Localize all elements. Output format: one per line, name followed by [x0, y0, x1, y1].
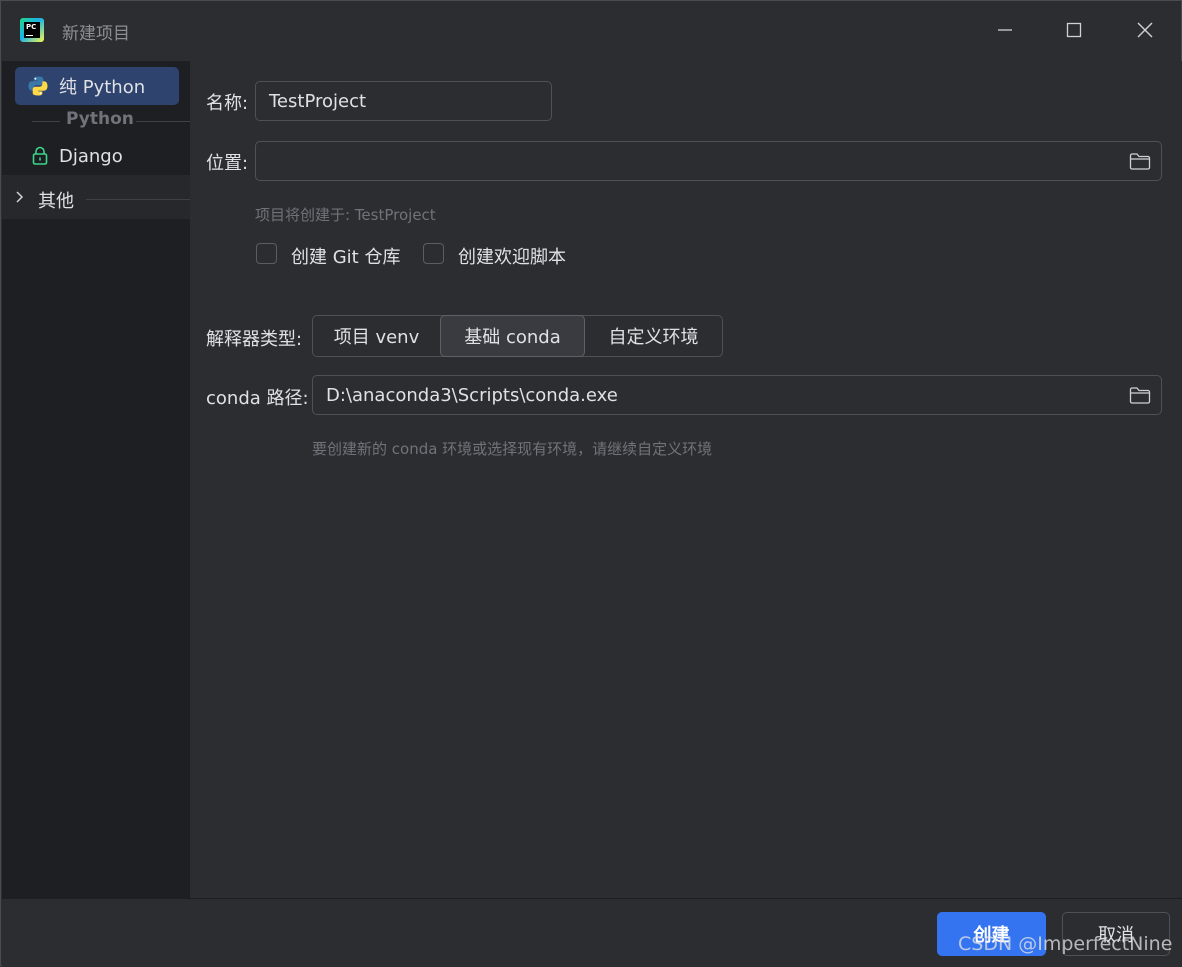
sidebar-item-pure-python[interactable]: 纯 Python [15, 67, 179, 105]
maximize-button[interactable] [1057, 15, 1091, 45]
conda-path-label: conda 路径: [206, 388, 309, 409]
lock-icon [29, 145, 51, 167]
welcome-script-checkbox-label[interactable]: 创建欢迎脚本 [458, 243, 566, 269]
close-button[interactable] [1128, 15, 1162, 45]
name-label: 名称: [206, 93, 249, 114]
interpreter-option-venv[interactable]: 项目 venv [313, 316, 440, 356]
name-field[interactable]: TestProject [255, 81, 552, 121]
sidebar-item-label: 其他 [38, 191, 74, 212]
new-project-dialog: PC 新建项目 纯 Python Python Django 其他 名称: Te… [0, 0, 1182, 967]
maximize-icon [1066, 22, 1082, 38]
location-label: 位置: [206, 153, 249, 174]
interpreter-type-label: 解释器类型: [206, 329, 303, 350]
option-label: 项目 venv [333, 327, 420, 348]
interpreter-option-base-conda[interactable]: 基础 conda [440, 315, 585, 357]
python-group-header: Python [32, 109, 190, 133]
name-value: TestProject [269, 90, 367, 112]
project-settings-panel: 名称: TestProject 位置: 项目将创建于: TestProject … [190, 61, 1182, 898]
conda-path-field[interactable]: D:\anaconda3\Scripts\conda.exe [312, 375, 1162, 415]
conda-path-value: D:\anaconda3\Scripts\conda.exe [326, 384, 618, 406]
sidebar-item-label: 纯 Python [59, 77, 146, 98]
location-field[interactable] [255, 141, 1162, 181]
welcome-script-checkbox[interactable] [423, 243, 444, 264]
watermark: CSDN @ImperfectNine [958, 933, 1173, 955]
option-label: 自定义环境 [608, 327, 699, 348]
chevron-right-icon [16, 191, 24, 203]
project-type-sidebar: 纯 Python Python Django 其他 [2, 61, 190, 898]
title-bar[interactable]: PC 新建项目 [1, 1, 1181, 61]
sidebar-item-other[interactable]: 其他 [2, 175, 190, 219]
minimize-button[interactable] [988, 15, 1022, 45]
minimize-icon [998, 29, 1012, 31]
conda-hint: 要创建新的 conda 环境或选择现有环境，请继续自定义环境 [312, 440, 713, 458]
option-label: 基础 conda [464, 327, 561, 348]
close-icon [1137, 22, 1153, 38]
sidebar-item-label: Django [59, 145, 123, 167]
folder-icon[interactable] [1129, 152, 1151, 170]
interpreter-option-custom-env[interactable]: 自定义环境 [585, 316, 722, 356]
window-title: 新建项目 [62, 24, 130, 44]
git-repo-checkbox-label[interactable]: 创建 Git 仓库 [291, 243, 400, 269]
group-header-label: Python [66, 109, 134, 129]
python-icon [27, 75, 49, 97]
sidebar-item-django[interactable]: Django [15, 137, 179, 175]
create-location-hint: 项目将创建于: TestProject [255, 206, 436, 224]
pycharm-logo-icon: PC [20, 18, 44, 42]
folder-icon[interactable] [1129, 386, 1151, 404]
interpreter-type-segmented-control: 项目 venv 基础 conda 自定义环境 [312, 315, 723, 357]
git-repo-checkbox[interactable] [256, 243, 277, 264]
